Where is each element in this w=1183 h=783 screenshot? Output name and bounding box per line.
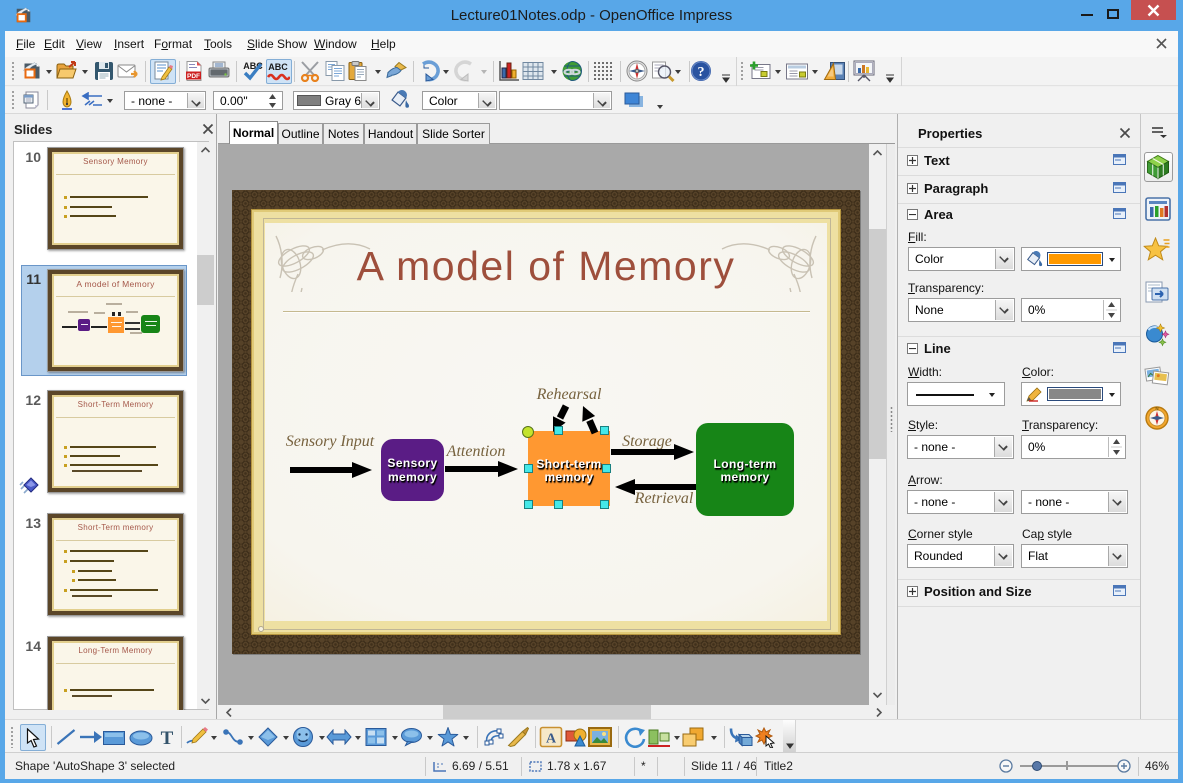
- svg-text:PDF: PDF: [187, 73, 200, 80]
- svg-text:A: A: [546, 732, 557, 747]
- svg-text:T: T: [161, 728, 174, 746]
- svg-text:ABC: ABC: [268, 62, 288, 72]
- svg-text:N: N: [1155, 406, 1158, 411]
- svg-text:?: ?: [698, 65, 705, 80]
